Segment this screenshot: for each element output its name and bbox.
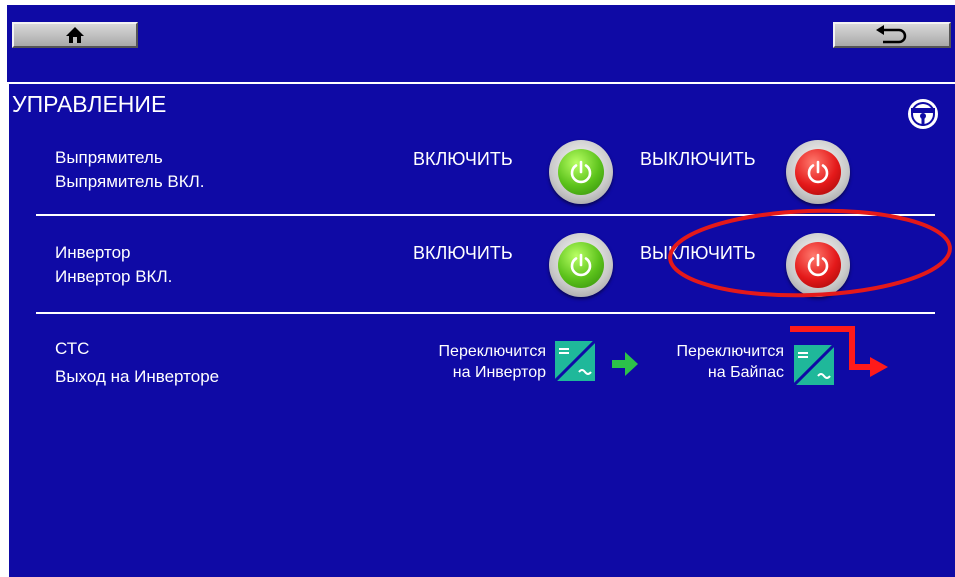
- sts-name: СТС: [55, 339, 90, 358]
- power-icon: [807, 160, 829, 184]
- bypass-arrow-icon: [790, 326, 888, 377]
- panel-left-border: [7, 84, 9, 577]
- home-icon: [66, 27, 84, 43]
- rectifier-on-button[interactable]: [549, 140, 613, 204]
- section-title: УПРАВЛЕНИЕ: [12, 91, 167, 117]
- rectifier-off-button[interactable]: [786, 140, 850, 204]
- inverter-on-label: ВКЛЮЧИТЬ: [413, 243, 513, 263]
- header-divider: [7, 82, 955, 84]
- return-arrow-icon: [876, 25, 907, 44]
- power-icon: [570, 253, 592, 277]
- rectifier-off-label: ВЫКЛЮЧИТЬ: [640, 149, 756, 169]
- rectifier-on-label: ВКЛЮЧИТЬ: [413, 149, 513, 169]
- sts-status: Выход на Инверторе: [55, 367, 220, 386]
- row-divider: [36, 312, 935, 314]
- switch-to-bypass-label: Переключится на Байпас: [676, 343, 784, 381]
- switch-to-inverter-label: Переключится на Инвертор: [438, 343, 546, 381]
- inverter-on-button[interactable]: [549, 233, 613, 297]
- inverter-status: Инвертор ВКЛ.: [55, 267, 173, 286]
- home-button[interactable]: [12, 22, 138, 48]
- inverter-name: Инвертор: [55, 243, 131, 262]
- rectifier-status: Выпрямитель ВКЛ.: [55, 172, 205, 191]
- switch-to-inverter-button[interactable]: [555, 341, 595, 381]
- power-icon: [570, 160, 592, 184]
- steering-wheel-icon[interactable]: [906, 97, 940, 131]
- rectifier-name: Выпрямитель: [55, 148, 163, 167]
- highlight-ellipse: [668, 208, 952, 298]
- dc-ac-converter-icon: [555, 341, 595, 381]
- back-button[interactable]: [833, 22, 951, 48]
